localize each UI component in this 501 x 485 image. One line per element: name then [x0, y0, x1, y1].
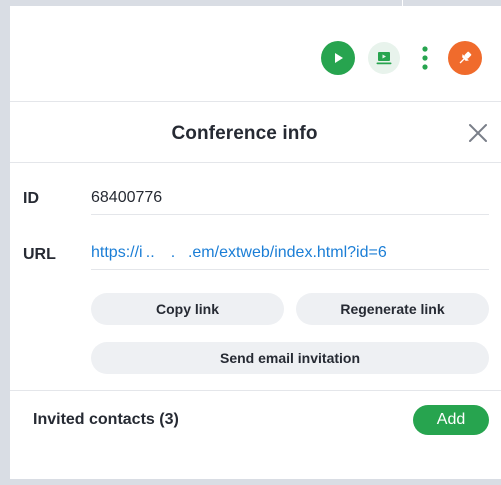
pin-button[interactable]	[448, 41, 482, 75]
close-button[interactable]	[466, 121, 490, 145]
panel-title: Conference info	[171, 123, 318, 144]
regenerate-link-button[interactable]: Regenerate link	[296, 293, 489, 325]
send-email-invitation-button[interactable]: Send email invitation	[91, 342, 489, 374]
conference-window: Conference info ID 68400776 URL https://…	[0, 0, 501, 485]
url-field[interactable]: https://i .. . .em/extweb/index.html?id=…	[91, 244, 489, 270]
screen-share-icon	[376, 52, 392, 65]
close-icon	[469, 124, 487, 142]
section-divider	[10, 390, 501, 391]
play-icon	[335, 53, 343, 63]
panel-header: Conference info	[10, 103, 501, 163]
copy-link-button[interactable]: Copy link	[91, 293, 284, 325]
play-button[interactable]	[321, 41, 355, 75]
invited-contacts-label: Invited contacts (3)	[33, 411, 179, 428]
window-bottom-border	[0, 479, 501, 485]
toolbar	[10, 6, 501, 102]
add-contact-button[interactable]: Add	[413, 405, 489, 435]
more-vertical-icon	[422, 46, 428, 70]
screen-share-button[interactable]	[368, 42, 400, 74]
more-options-button[interactable]	[410, 41, 440, 75]
pin-icon	[459, 51, 472, 64]
id-field[interactable]: 68400776	[91, 189, 489, 215]
window-left-border	[0, 0, 10, 485]
id-label: ID	[23, 190, 39, 207]
url-label: URL	[23, 246, 56, 263]
